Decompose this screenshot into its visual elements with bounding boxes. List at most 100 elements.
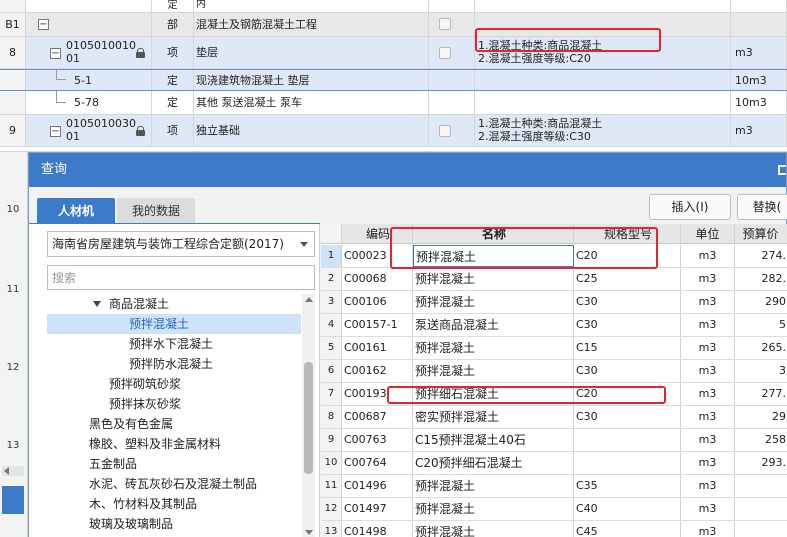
tree-item-wujin[interactable]: 五金制品: [47, 454, 301, 474]
cell-code: C00068: [342, 268, 413, 290]
table-row[interactable]: 6 C00162 预拌混凝土 C30 m3 3: [321, 360, 787, 383]
query-dialog: 查询 人材机 我的数据 插入(I) 替换( 海南省房屋建筑与装饰工程综合定额(2…: [28, 152, 787, 537]
horizontal-scrollbar[interactable]: [2, 466, 24, 476]
insert-button[interactable]: 插入(I): [649, 194, 731, 220]
table-row[interactable]: 9 C00763 C15预拌混凝土40石 m3 258: [321, 429, 787, 452]
cell-price: [735, 475, 787, 497]
quota-library-select[interactable]: 海南省房屋建筑与装饰工程综合定额(2017): [47, 231, 315, 257]
table-row[interactable]: 13 C01498 预拌混凝土 C45 m3: [321, 521, 787, 537]
tree-item-yuban-qizhu-shajiang[interactable]: 预拌砌筑砂浆: [47, 374, 301, 394]
dialog-title: 查询: [41, 162, 68, 177]
grid-row-number: 10: [321, 452, 342, 474]
table-row[interactable]: 5 C00161 预拌混凝土 C15 m3 265.: [321, 337, 787, 360]
cell-code: C01497: [342, 498, 413, 520]
cell-spec: C40: [574, 498, 681, 520]
sheet-partial-text: 内: [194, 0, 429, 12]
table-row[interactable]: 12 C01497 预拌混凝土 C40 m3: [321, 498, 787, 521]
tree-item-label: 黑色及有色金属: [89, 417, 174, 431]
header-unit[interactable]: 单位: [681, 224, 735, 243]
tree-item-shangpin-hunningtu[interactable]: 商品混凝土: [47, 294, 301, 314]
row-checkbox[interactable]: [439, 18, 451, 30]
sheet-row-5-1[interactable]: 5-1 定 现浇建筑物混凝土 垫层 10m3: [0, 69, 787, 91]
table-row[interactable]: 4 C00157-1 泵送商品混凝土 C30 m3 5: [321, 314, 787, 337]
maximize-icon[interactable]: [778, 165, 786, 175]
scroll-left-icon[interactable]: [4, 467, 9, 475]
expand-caret-icon[interactable]: [93, 301, 101, 307]
row-code-line1: 0105010010: [66, 39, 136, 52]
row-number: 11: [6, 284, 20, 295]
cell-price: [735, 521, 787, 537]
tree-item-label: 预拌混凝土: [129, 317, 190, 331]
collapse-icon[interactable]: −: [38, 19, 49, 30]
tree-item-xiangjiao-suliao[interactable]: 橡胶、塑料及非金属材料: [47, 434, 301, 454]
cell-code: C00157-1: [342, 314, 413, 336]
row-number: B1: [0, 13, 26, 36]
lock-icon: [136, 126, 145, 136]
cell-unit: m3: [681, 475, 735, 497]
row-number: 13: [6, 440, 20, 451]
sheet-row-b1[interactable]: B1 − 部 混凝土及钢筋混凝土工程: [0, 13, 787, 37]
tree-item-boli[interactable]: 玻璃及玻璃制品: [47, 514, 301, 534]
cell-price: 265.: [735, 337, 787, 359]
collapse-icon[interactable]: −: [50, 48, 61, 59]
row-code-line2: 01: [66, 52, 80, 65]
tree-item-label: 预拌水下混凝土: [129, 337, 214, 351]
search-input[interactable]: [47, 265, 315, 290]
table-row[interactable]: 10 C00764 C20预拌细石混凝土 m3 293.: [321, 452, 787, 475]
cell-unit: m3: [681, 429, 735, 451]
sheet-tab-active[interactable]: [2, 486, 24, 514]
cell-unit: m3: [681, 521, 735, 537]
grid-row-number: 2: [321, 268, 342, 290]
scrollbar-thumb[interactable]: [304, 362, 313, 474]
dialog-titlebar[interactable]: 查询: [29, 153, 786, 187]
collapse-icon[interactable]: −: [50, 126, 61, 137]
row-number: 10: [6, 204, 20, 215]
row-name: 独立基础: [194, 115, 429, 146]
row-checkbox[interactable]: [439, 125, 451, 137]
cell-spec: C25: [574, 268, 681, 290]
cell-code: C01498: [342, 521, 413, 537]
scroll-down-icon[interactable]: [305, 530, 313, 535]
tree-item-yuban-mohui-shajiang[interactable]: 预拌抹灰砂浆: [47, 394, 301, 414]
cell-spec: C30: [574, 314, 681, 336]
scroll-up-icon[interactable]: [305, 297, 313, 302]
cell-code: C01496: [342, 475, 413, 497]
grid-row-number: 4: [321, 314, 342, 336]
tab-my-data[interactable]: 我的数据: [117, 198, 195, 224]
cell-name: 泵送商品混凝土: [413, 314, 574, 336]
table-row[interactable]: 2 C00068 预拌混凝土 C25 m3 282.: [321, 268, 787, 291]
cell-spec: C45: [574, 521, 681, 537]
sheet-row-5-78[interactable]: 5-78 定 其他 泵送混凝土 泵车 10m3: [0, 91, 787, 115]
cell-unit: m3: [681, 498, 735, 520]
cell-price: 277.: [735, 383, 787, 405]
tree-item-shuini-zhuanwa[interactable]: 水泥、砖瓦灰砂石及混凝土制品: [47, 474, 301, 494]
tree-scrollbar[interactable]: [302, 294, 315, 537]
sheet-row-8[interactable]: 8 − 0105010010 01 项 垫层 1.混凝土种类:商品混凝土 2.混…: [0, 37, 787, 69]
row-unit: m3: [731, 37, 787, 68]
cell-price: 5: [735, 314, 787, 336]
row-checkbox[interactable]: [439, 47, 451, 59]
table-row[interactable]: 11 C01496 预拌混凝土 C35 m3: [321, 475, 787, 498]
cell-spec: C30: [574, 291, 681, 313]
header-price[interactable]: 预算价: [735, 224, 787, 243]
tree-item-yuban-fangshui[interactable]: 预拌防水混凝土: [47, 354, 301, 374]
tree-item-yuban-shuixia[interactable]: 预拌水下混凝土: [47, 334, 301, 354]
replace-button[interactable]: 替换(: [737, 194, 787, 220]
row-number: 9: [0, 115, 26, 146]
table-row[interactable]: 3 C00106 预拌混凝土 C30 m3 290: [321, 291, 787, 314]
grid-row-number: 8: [321, 406, 342, 428]
sheet-row-9[interactable]: 9 − 0105010030 01 项 独立基础 1.混凝土种类:商品混凝土 2…: [0, 115, 787, 147]
cell-name: 预拌混凝土: [413, 337, 574, 359]
tree-item-label: 橡胶、塑料及非金属材料: [89, 437, 222, 451]
grid-row-number: 9: [321, 429, 342, 451]
row-name: 其他 泵送混凝土 泵车: [194, 91, 429, 114]
table-row[interactable]: 8 C00687 密实预拌混凝土 C30 m3 29: [321, 406, 787, 429]
row-name: 现浇建筑物混凝土 垫层: [194, 70, 429, 90]
row-desc-line1: 1.混凝土种类:商品混凝土: [478, 117, 603, 130]
highlight-box-row1: [390, 227, 658, 269]
cell-spec: [574, 429, 681, 451]
tab-rencaiji[interactable]: 人材机: [37, 198, 115, 224]
tree-item-yuban-hunningtu[interactable]: 预拌混凝土: [47, 314, 301, 334]
tree-item-heise-jinshu[interactable]: 黑色及有色金属: [47, 414, 301, 434]
tree-item-mu-zhu[interactable]: 木、竹材料及其制品: [47, 494, 301, 514]
